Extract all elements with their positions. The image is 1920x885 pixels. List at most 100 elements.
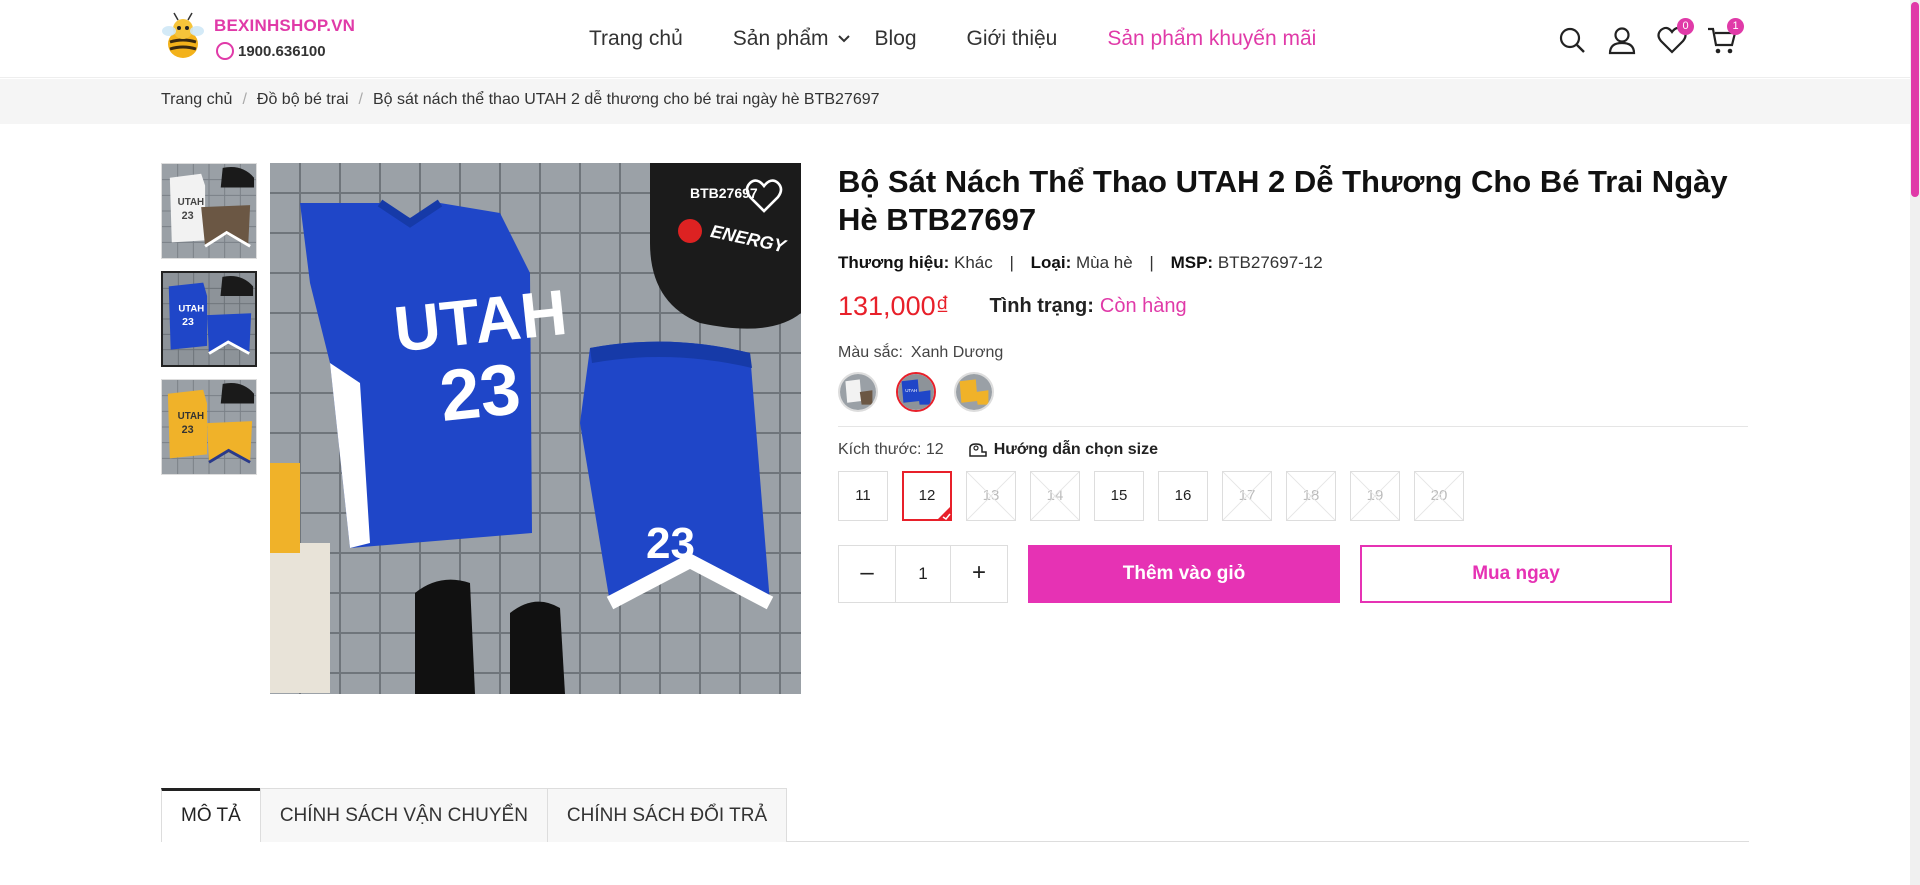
check-icon [936, 505, 952, 521]
size-option-20: 20 [1414, 471, 1464, 521]
scrollbar-thumb[interactable] [1911, 2, 1919, 197]
user-icon[interactable] [1606, 24, 1638, 56]
tab-description[interactable]: MÔ TẢ [161, 788, 261, 842]
wishlist-button[interactable]: 0 [1656, 18, 1694, 56]
sku-value: BTB27697-12 [1217, 253, 1323, 272]
quantity-input[interactable]: 1 [895, 546, 951, 602]
breadcrumb-home[interactable]: Trang chủ [161, 91, 232, 109]
ruler-icon [968, 443, 987, 457]
search-icon[interactable] [1556, 24, 1588, 56]
size-option-14: 14 [1030, 471, 1080, 521]
thumbnail-yellow[interactable]: UTAH 23 [161, 379, 257, 475]
svg-text:UTAH: UTAH [178, 411, 204, 422]
bee-logo-icon [162, 12, 204, 58]
breadcrumb-separator: / [358, 91, 363, 108]
size-option-11[interactable]: 11 [838, 471, 888, 521]
breadcrumb-separator: / [242, 91, 247, 108]
size-row: Kích thước: 12 Hướng dẫn chọn size [838, 441, 1748, 459]
svg-text:UTAH: UTAH [178, 197, 204, 208]
shorts-number: 23 [646, 519, 695, 568]
main-nav: Trang chủ Sản phẩm Blog Giới thiệu Sản p… [589, 25, 1366, 53]
price-row: 131,000₫ Tình trạng: Còn hàng [838, 291, 1748, 322]
breadcrumb-bar: Trang chủ / Đồ bộ bé trai / Bộ sát nách … [0, 79, 1910, 124]
qty-increase-button[interactable]: + [951, 546, 1007, 602]
cart-button[interactable]: 1 [1706, 18, 1744, 56]
nav-item-about[interactable]: Giới thiệu [967, 27, 1058, 51]
swatch-yellow[interactable] [954, 372, 994, 412]
size-option-15[interactable]: 15 [1094, 471, 1144, 521]
cross-out-icon [1031, 472, 1079, 520]
thumbnail-list: UTAH 23 UTAH 23 UTAH 23 [161, 163, 257, 487]
nav-item-home[interactable]: Trang chủ [589, 27, 683, 51]
nav-label: Blog [874, 27, 917, 50]
color-value: Xanh Dương [910, 344, 1004, 361]
color-row: Màu sắc: Xanh Dương [838, 344, 1748, 362]
size-guide-link[interactable]: Hướng dẫn chọn size [968, 441, 1158, 459]
qty-decrease-button[interactable]: – [839, 546, 895, 602]
product-price: 131,000₫ [838, 291, 950, 321]
product-photo: UTAH 23 23 BTB27697 ENERGY [270, 163, 801, 694]
size-option-19: 19 [1350, 471, 1400, 521]
svg-text:23: 23 [182, 424, 194, 436]
main-product-image[interactable]: UTAH 23 23 BTB27697 ENERGY [270, 163, 801, 694]
swatch-blue[interactable]: UTAH [896, 372, 936, 412]
nav-item-blog[interactable]: Blog [875, 27, 917, 51]
size-value: 12 [925, 441, 944, 458]
site-logo[interactable]: BEXINHSHOP.VN 1900.636100 [160, 12, 360, 66]
nav-label: Trang chủ [589, 27, 683, 50]
nav-label: Sản phẩm [732, 27, 829, 50]
swatch-white[interactable] [838, 372, 878, 412]
nav-item-promotions[interactable]: Sản phẩm khuyến mãi [1107, 27, 1316, 51]
page-scrollbar[interactable] [1910, 0, 1920, 885]
sku-label: MSP: [1170, 253, 1214, 272]
logo-text: BEXINHSHOP.VN [214, 16, 356, 35]
size-option-label: 11 [855, 487, 871, 504]
chevron-down-icon [837, 35, 850, 43]
svg-text:UTAH: UTAH [178, 303, 204, 314]
buy-now-button[interactable]: Mua ngay [1360, 545, 1672, 603]
product-title: Bộ Sát Nách Thể Thao UTAH 2 Dễ Thương Ch… [838, 164, 1728, 237]
cross-out-icon [967, 472, 1015, 520]
breadcrumb-category[interactable]: Đồ bộ bé trai [257, 91, 349, 109]
meta-divider: | [1149, 253, 1154, 272]
thumbnail-white[interactable]: UTAH 23 [161, 163, 257, 259]
svg-text:23: 23 [182, 316, 194, 328]
size-option-13: 13 [966, 471, 1016, 521]
product-tabs: MÔ TẢ CHÍNH SÁCH VẬN CHUYỂN CHÍNH SÁCH Đ… [161, 788, 1749, 842]
thumbnail-blue[interactable]: UTAH 23 [161, 271, 257, 367]
nav-label: Giới thiệu [966, 27, 1058, 50]
divider [838, 426, 1748, 427]
size-option-label: 16 [1174, 487, 1192, 504]
nav-item-products[interactable]: Sản phẩm [733, 27, 851, 51]
site-header: BEXINHSHOP.VN 1900.636100 Trang chủ Sản … [0, 0, 1910, 78]
tab-shipping-policy[interactable]: CHÍNH SÁCH VẬN CHUYỂN [259, 788, 548, 842]
nav-label: Sản phẩm khuyến mãi [1107, 27, 1317, 50]
jersey-number: 23 [436, 349, 524, 437]
size-option-17: 17 [1222, 471, 1272, 521]
color-swatches: UTAH [838, 372, 1748, 412]
header-icons: 0 1 [1556, 18, 1744, 56]
cross-out-icon [1287, 472, 1335, 520]
svg-text:UTAH: UTAH [905, 388, 917, 393]
heart-icon[interactable] [744, 178, 784, 214]
add-to-cart-button[interactable]: Thêm vào giỏ [1028, 545, 1340, 603]
stock-status: Còn hàng [1099, 295, 1187, 317]
size-option-12[interactable]: 12 [902, 471, 952, 521]
logo-phone: 1900.636100 [238, 43, 326, 60]
phone-icon [216, 42, 234, 60]
stock-label: Tình trạng: [989, 295, 1094, 317]
color-label: Màu sắc: [838, 344, 903, 361]
size-guide-label: Hướng dẫn chọn size [993, 441, 1159, 458]
size-option-16[interactable]: 16 [1158, 471, 1208, 521]
cart-count-badge: 1 [1727, 18, 1744, 35]
product-meta: Thương hiệu: Khác | Loại: Mùa hè | MSP: … [838, 253, 1748, 273]
cross-out-icon [1415, 472, 1463, 520]
size-option-label: 12 [918, 487, 936, 504]
product-info: Bộ Sát Nách Thể Thao UTAH 2 Dễ Thương Ch… [838, 163, 1748, 603]
quantity-stepper: – 1 + [838, 545, 1008, 603]
breadcrumb-current: Bộ sát nách thể thao UTAH 2 dễ thương ch… [372, 91, 880, 108]
tab-return-policy[interactable]: CHÍNH SÁCH ĐỔI TRẢ [546, 788, 788, 842]
type-label: Loại: [1030, 253, 1072, 272]
meta-divider: | [1009, 253, 1014, 272]
brand-value: Khác [954, 253, 993, 272]
